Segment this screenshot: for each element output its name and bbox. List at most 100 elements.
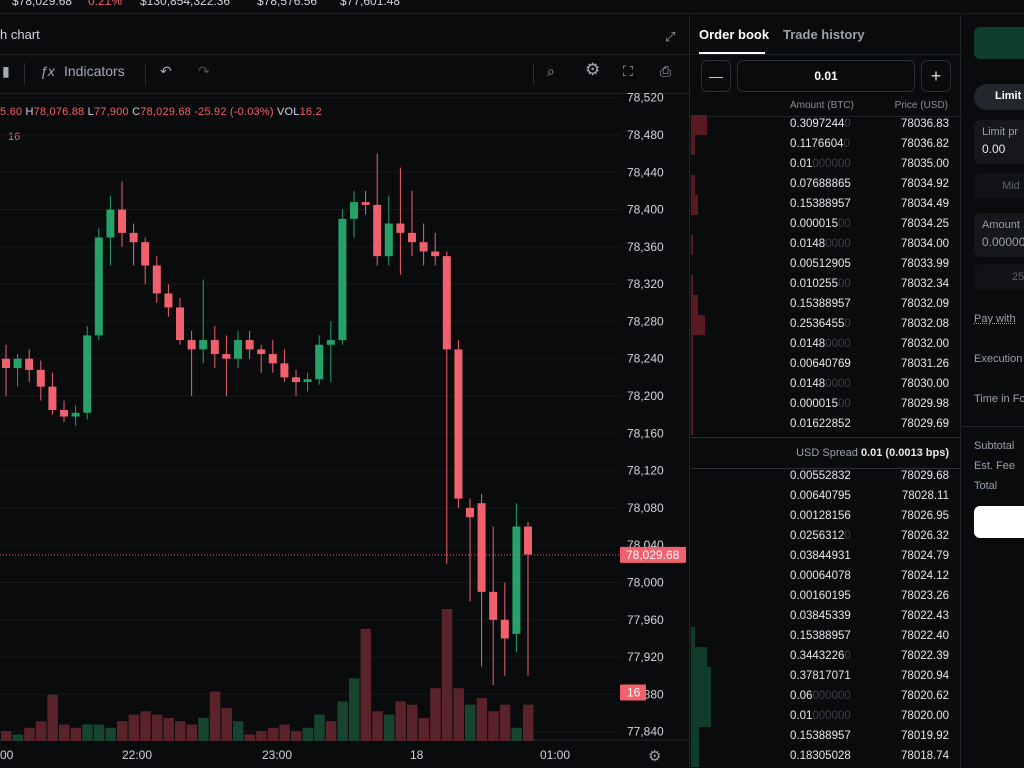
row-amount-padding: 0000 [825, 378, 851, 390]
order-book-row[interactable]: 0.01480000 78034.00 [691, 235, 961, 255]
order-book-row[interactable]: 0.01025500 78032.34 [691, 275, 961, 295]
chart-panel: h chart ⤢ ▮ ƒx Indicators ↶ ↷ ⌕ ⚙ ⛶ ⎙ 5.… [0, 15, 690, 768]
order-type-tab-limit[interactable]: Limit [974, 84, 1024, 110]
row-price: 78026.32 [901, 530, 949, 542]
order-book-row[interactable]: 0.00160195 78023.26 [691, 587, 961, 607]
price-tick-label: 78,360 [627, 240, 664, 254]
row-amount-padding: 0 [844, 650, 851, 662]
order-book-row[interactable]: 0.34432260 78022.39 [691, 647, 961, 667]
row-price: 78034.92 [901, 178, 949, 190]
candle-body [303, 379, 312, 383]
order-book-row[interactable]: 0.01000000 78035.00 [691, 155, 961, 175]
buy-button[interactable] [974, 27, 1024, 59]
price-tick-label: 77,920 [627, 650, 664, 664]
order-book-row[interactable]: 0.00064078 78024.12 [691, 567, 961, 587]
volume-bar [140, 711, 151, 741]
candle-body [129, 232, 138, 243]
undo-icon[interactable]: ↶ [160, 63, 172, 80]
depth-bar [691, 315, 705, 335]
divider [962, 426, 1024, 427]
decrement-button[interactable]: — [701, 60, 731, 92]
depth-bar [691, 235, 694, 255]
aggregation-increment[interactable]: 0.01 [737, 60, 915, 92]
row-amount: 0.03844931 [790, 550, 851, 562]
row-price: 78035.00 [901, 158, 949, 170]
row-price: 78029.68 [901, 470, 949, 482]
row-amount: 0.37817071 [790, 670, 851, 682]
tab-trade-history[interactable]: Trade history [783, 27, 865, 42]
row-amount: 0.30972440 [790, 118, 851, 130]
order-book-row[interactable]: 0.25364550 78032.08 [691, 315, 961, 335]
order-book-row[interactable]: 0.15388957 78034.49 [691, 195, 961, 215]
magnifier-icon[interactable]: ⌕ [547, 63, 555, 80]
limit-price-field[interactable]: Limit pr 0.00 [974, 120, 1024, 164]
order-book-row[interactable]: 0.06000000 78020.62 [691, 687, 961, 707]
order-book-row[interactable]: 0.11766040 78036.82 [691, 135, 961, 155]
tab-order-book[interactable]: Order book [699, 27, 769, 42]
row-amount: 0.07688865 [790, 178, 851, 190]
row-amount-padding: 000000 [812, 158, 851, 170]
settings-gear-icon[interactable]: ⚙ [585, 60, 600, 80]
fx-icon[interactable]: ƒx [40, 63, 55, 79]
submit-order-button[interactable] [974, 506, 1024, 538]
order-book-row[interactable]: 0.01480000 78030.00 [691, 375, 961, 395]
order-book-row[interactable]: 0.03844931 78024.79 [691, 547, 961, 567]
toolbar-separator [24, 63, 25, 85]
volume-bar [163, 717, 174, 741]
order-book-row[interactable]: 0.01480000 78032.00 [691, 335, 961, 355]
increment-button[interactable]: + [921, 60, 951, 92]
volume-bar [302, 727, 314, 741]
order-book-row[interactable]: 0.01000000 78020.00 [691, 707, 961, 727]
volume-bar [209, 691, 221, 741]
row-amount-padding: 00 [837, 398, 851, 410]
order-book-row[interactable]: 0.15388957 78022.40 [691, 627, 961, 647]
pay-with-label[interactable]: Pay with [974, 313, 1016, 325]
volume-bar [35, 721, 47, 741]
indicators-button[interactable]: Indicators [64, 63, 125, 79]
price-tick-label: 78,480 [627, 128, 664, 142]
volume-bar [82, 724, 93, 741]
order-book-row[interactable]: 0.15388957 78032.09 [691, 295, 961, 315]
order-book-row[interactable]: 0.01622852 78029.69 [691, 415, 961, 435]
candle-type-icon[interactable]: ▮ [2, 63, 10, 80]
price-tick-label: 77,840 [627, 725, 664, 739]
amount-field[interactable]: Amount 0.00000 [974, 213, 1024, 257]
candlestick-chart[interactable]: 78,520 78,480 78,440 78,400 78,360 78,320 78,2… [0, 93, 690, 768]
mid-price-button[interactable]: Mid [974, 173, 1024, 199]
order-book-row[interactable]: 0.37817071 78020.94 [691, 667, 961, 687]
fullscreen-icon[interactable]: ⛶ [623, 63, 633, 80]
order-book-row[interactable]: 0.00552832 78029.68 [691, 467, 961, 487]
candle-body [257, 349, 266, 355]
order-book-row[interactable]: 0.00001500 78034.25 [691, 215, 961, 235]
row-price: 78022.40 [901, 630, 949, 642]
volume-bar [221, 708, 232, 741]
row-amount-padding: 000000 [812, 690, 851, 702]
candle-body [199, 340, 208, 350]
price-tick-label: 78,280 [627, 314, 664, 328]
order-book-row[interactable]: 0.02563120 78026.32 [691, 527, 961, 547]
row-amount-padding: 0 [843, 138, 850, 150]
order-book-row[interactable]: 0.18305028 78018.74 [691, 747, 961, 767]
volume-bar [325, 721, 337, 741]
expand-icon[interactable]: ⤢ [665, 29, 679, 44]
order-book-row[interactable]: 0.03845339 78022.43 [691, 607, 961, 627]
order-book-row[interactable]: 0.00640769 78031.26 [691, 355, 961, 375]
order-book-row[interactable]: 0.00001500 78029.98 [691, 395, 961, 415]
camera-icon[interactable]: ⎙ [660, 63, 671, 80]
row-price: 78036.82 [901, 138, 949, 150]
order-book-row[interactable]: 0.00640795 78028.11 [691, 487, 961, 507]
order-book-row[interactable]: 0.30972440 78036.83 [691, 115, 961, 135]
row-amount: 0.00001500 [790, 218, 851, 230]
row-amount: 0.01480000 [790, 378, 851, 390]
order-book-row[interactable]: 0.00128156 78026.95 [691, 507, 961, 527]
order-book-row[interactable]: 0.07688865 78034.92 [691, 175, 961, 195]
redo-icon[interactable]: ↷ [198, 63, 210, 80]
percent-25-button[interactable]: 25% [974, 264, 1024, 290]
row-price: 78033.99 [901, 258, 949, 270]
price-tick-label: 78,120 [627, 464, 664, 478]
order-book-row[interactable]: 0.00512905 78033.99 [691, 255, 961, 275]
order-book-row[interactable]: 0.15388957 78019.92 [691, 727, 961, 747]
chart-settings-icon[interactable]: ⚙ [648, 747, 661, 765]
candle-body [141, 242, 150, 266]
chart-toolbar: ▮ ƒx Indicators ↶ ↷ ⌕ ⚙ ⛶ ⎙ [0, 55, 690, 93]
